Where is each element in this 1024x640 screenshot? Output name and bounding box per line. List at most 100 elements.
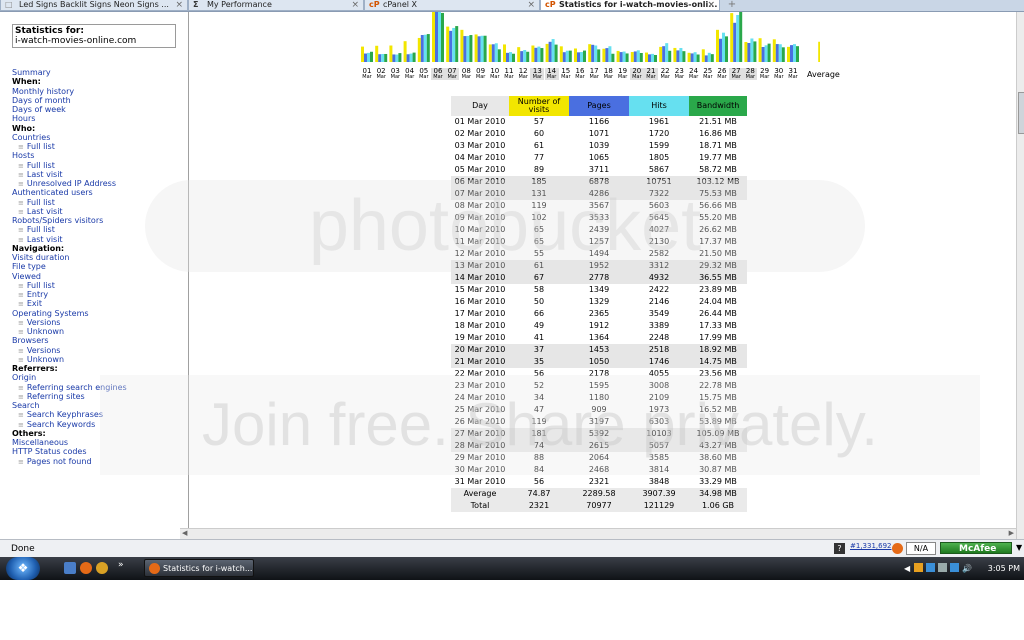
tab-cpanel[interactable]: cP cPanel X × [364,0,540,11]
sidebar-item-last-visit[interactable]: Last visit [12,235,184,244]
bandwidth-cell: 26.44 MB [699,309,737,318]
visits-cell: 58 [533,285,545,294]
sidebar-item-unknown[interactable]: Unknown [12,327,184,336]
sidebar-item-entry[interactable]: Entry [12,290,184,299]
sidebar-item-days-of-month[interactable]: Days of month [12,96,184,105]
hits-cell: 5603 [648,201,670,210]
close-icon[interactable]: × [175,0,183,10]
sidebar-item-authenticated-users[interactable]: Authenticated users [12,188,184,197]
firefox-icon[interactable] [892,543,903,554]
chart-bar [509,52,512,62]
visits-cell: 66 [533,309,545,318]
quicklaunch-more-icon[interactable]: » [118,560,124,570]
chart-bar [565,50,569,62]
alexa-rank[interactable]: #1,331,692 [850,542,892,553]
sidebar-item-full-list[interactable]: Full list [12,161,184,170]
day-cell: 13 Mar 2010 [451,260,509,272]
clock[interactable]: 3:05 PM [988,557,1020,580]
mcafee-button[interactable]: McAfee [940,542,1012,554]
pages-cell: 2321 [588,477,610,486]
sidebar-item-versions[interactable]: Versions [12,346,184,355]
chevron-down-icon[interactable]: ▼ [1016,543,1022,552]
sidebar-item-countries[interactable]: Countries [12,133,184,142]
tray-app-icon[interactable] [914,563,923,572]
sidebar-item-full-list[interactable]: Full list [12,225,184,234]
sidebar-item-search[interactable]: Search [12,401,184,410]
show-desktop-icon[interactable] [64,562,76,574]
sidebar-item-exit[interactable]: Exit [12,299,184,308]
network-icon[interactable] [926,563,935,572]
sidebar-item-viewed[interactable]: Viewed [12,272,184,281]
vertical-scrollbar[interactable] [1016,12,1024,539]
table-row: 21 Mar 2010 35 1050 1746 14.75 MB [451,356,747,368]
day-cell: 23 Mar 2010 [454,381,506,390]
tab-my-performance[interactable]: Σ My Performance × [188,0,364,11]
chart-bar [474,34,478,62]
sidebar-item-unknown[interactable]: Unknown [12,355,184,364]
sidebar-item-versions[interactable]: Versions [12,318,184,327]
chart-bar [716,29,719,62]
sidebar-item-referring-sites[interactable]: Referring sites [12,392,184,401]
close-icon[interactable]: × [707,0,715,10]
tray-monitor-icon[interactable] [938,563,947,572]
addon-icon[interactable]: ? [834,543,845,554]
sidebar-item-unresolved-ip-address[interactable]: Unresolved IP Address [12,179,184,188]
main-content: 01 Mar 02 Mar 03 Mar 04 Mar 05 Mar 06 Mar 07 Mar 08 Mar… [189,12,1016,539]
scroll-right-icon[interactable]: ▶ [1009,529,1014,537]
day-cell: 08 Mar 2010 [454,201,506,210]
chrome-icon[interactable] [96,562,108,574]
sidebar-item-search-keywords[interactable]: Search Keywords [12,420,184,429]
tab-statistics[interactable]: cP Statistics for i-watch-movies-onli...… [540,0,720,11]
sidebar-item-hours[interactable]: Hours [12,114,184,123]
scrollbar-thumb[interactable] [1018,92,1024,134]
sidebar-item-origin[interactable]: Origin [12,373,184,382]
sidebar-item-pages-not-found[interactable]: Pages not found [12,457,184,466]
new-tab-button[interactable]: + [724,0,740,11]
sidebar-item-http-status-codes[interactable]: HTTP Status codes [12,447,184,456]
sidebar-item-visits-duration[interactable]: Visits duration [12,253,184,262]
close-icon[interactable]: × [351,0,359,10]
sidebar-item-summary[interactable]: Summary [12,68,184,77]
sidebar-item-robots-spiders-visitors[interactable]: Robots/Spiders visitors [12,216,184,225]
table-row: 25 Mar 2010 47 909 1973 16.52 MB [451,404,747,416]
sidebar-item-referring-search-engines[interactable]: Referring search engines [12,383,184,392]
scroll-left-icon[interactable]: ◀ [182,529,187,537]
table-row: 03 Mar 2010 61 1039 1599 18.71 MB [451,140,747,152]
day-cell: 29 Mar 2010 [454,453,506,462]
tab-led-signs[interactable]: □ Led Signs Backlit Signs Neon Signs ...… [0,0,188,11]
firefox-icon[interactable] [80,562,92,574]
sidebar-item-browsers[interactable]: Browsers [12,336,184,345]
chart-day-label: 26 Mar [715,68,729,80]
start-button[interactable]: ❖ [6,557,40,580]
chart-bar [517,47,521,62]
sidebar-item-monthly-history[interactable]: Monthly history [12,87,184,96]
tray-expand-icon[interactable]: ◀ [904,557,910,580]
sidebar-item-full-list[interactable]: Full list [12,142,184,151]
chart-bar [616,50,620,62]
volume-icon[interactable]: 🔊 [962,557,972,580]
sidebar-item-full-list[interactable]: Full list [12,198,184,207]
sidebar-item-operating-systems[interactable]: Operating Systems [12,309,184,318]
taskbar-window-button[interactable]: Statistics for i-watch... [144,559,254,577]
chart-month-label: Mar [632,74,642,80]
chart-month-label: Mar [731,74,741,80]
chart-bar [645,52,648,62]
sidebar-item-full-list[interactable]: Full list [12,281,184,290]
sidebar-item-last-visit[interactable]: Last visit [12,207,184,216]
table-row: 16 Mar 2010 50 1329 2146 24.04 MB [451,296,747,308]
chart-bar [491,44,495,62]
sidebar-item-miscellaneous[interactable]: Miscellaneous [12,438,184,447]
pagerank-box[interactable]: N/A [906,542,936,555]
tray-update-icon[interactable] [950,563,959,572]
sidebar-item-file-type[interactable]: File type [12,262,184,271]
sidebar: Statistics for: i-watch-movies-online.co… [0,12,189,539]
sidebar-section-heading: Others: [12,428,46,438]
sidebar-item-search-keyphrases[interactable]: Search Keyphrases [12,410,184,419]
day-cell: 27 Mar 2010 [451,428,509,440]
sidebar-item-hosts[interactable]: Hosts [12,151,184,160]
chart-day-label: 28 Mar [743,68,758,80]
close-icon[interactable]: × [527,0,535,10]
sidebar-item-days-of-week[interactable]: Days of week [12,105,184,114]
sidebar-item-last-visit[interactable]: Last visit [12,170,184,179]
horizontal-scrollbar[interactable]: ◀ ▶ [180,528,1016,539]
